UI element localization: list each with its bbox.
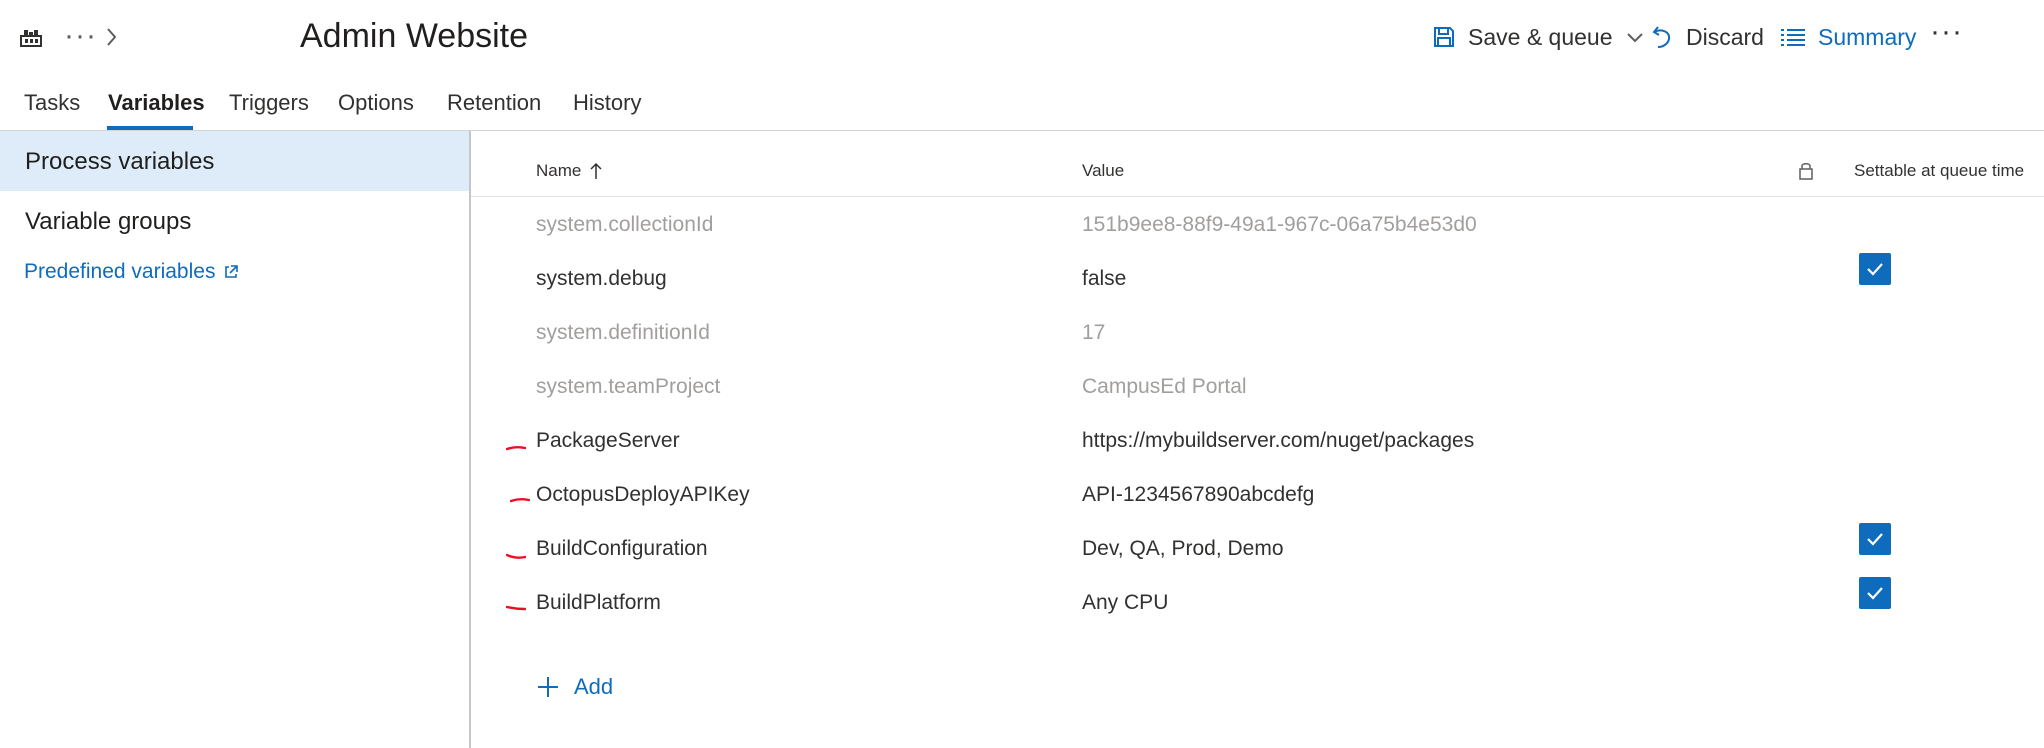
checkmark-icon: [1867, 587, 1883, 600]
nav-item-variable-groups[interactable]: Variable groups: [25, 207, 191, 237]
sort-ascending-icon: [590, 162, 602, 179]
tab-options[interactable]: Options: [338, 86, 414, 122]
discard-label: Discard: [1686, 23, 1764, 50]
tab-history[interactable]: History: [573, 86, 641, 122]
chevron-down-icon[interactable]: [1625, 27, 1645, 47]
lock-icon: [1797, 160, 1815, 187]
variable-name[interactable]: BuildPlatform: [536, 589, 661, 617]
add-variable-button[interactable]: Add: [536, 674, 613, 700]
column-header-settable[interactable]: Settable at queue time: [1854, 158, 2024, 184]
summary-label: Summary: [1818, 23, 1917, 50]
column-header-name-label: Name: [536, 161, 582, 180]
breadcrumb-more-icon[interactable]: ···: [64, 18, 97, 54]
variable-value: 17: [1082, 321, 1106, 344]
page-title: Admin Website: [300, 17, 529, 55]
checkmark-icon: [1867, 533, 1883, 546]
red-annotation-mark: [509, 491, 531, 503]
predefined-variables-label: Predefined variables: [24, 260, 216, 283]
settable-checkbox[interactable]: [1859, 577, 1891, 609]
checkmark-icon: [1867, 263, 1883, 276]
red-annotation-mark: [505, 439, 527, 451]
variable-name[interactable]: system.debug: [536, 265, 667, 293]
discard-button[interactable]: Discard: [1650, 20, 1764, 54]
column-header-name[interactable]: Name: [536, 158, 603, 184]
variable-value[interactable]: Any CPU: [1082, 589, 1168, 617]
nav-item-process-variables-label[interactable]: Process variables: [25, 147, 214, 177]
variable-name: system.teamProject: [536, 375, 721, 398]
external-link-icon: [225, 265, 239, 278]
tab-variables[interactable]: Variables: [108, 86, 205, 122]
save-and-queue-button[interactable]: Save & queue: [1432, 20, 1645, 54]
variable-name[interactable]: OctopusDeployAPIKey: [536, 481, 750, 509]
tab-tasks[interactable]: Tasks: [24, 86, 80, 122]
save-and-queue-label: Save & queue: [1468, 23, 1613, 50]
add-variable-label: Add: [574, 674, 614, 699]
variable-value: 151b9ee8-88f9-49a1-967c-06a75b4e53d0: [1082, 213, 1477, 236]
variable-name[interactable]: PackageServer: [536, 427, 680, 455]
grid-header-divider: [471, 196, 2044, 197]
build-pipeline-icon[interactable]: [18, 24, 44, 50]
undo-icon: [1652, 26, 1671, 48]
variable-value[interactable]: Dev, QA, Prod, Demo: [1082, 535, 1284, 563]
variable-value[interactable]: false: [1082, 265, 1126, 293]
variable-value: CampusEd Portal: [1082, 375, 1247, 398]
settable-checkbox[interactable]: [1859, 523, 1891, 555]
summary-button[interactable]: Summary: [1780, 20, 1916, 54]
settable-checkbox[interactable]: [1859, 253, 1891, 285]
add-icon: [538, 677, 558, 697]
column-header-value[interactable]: Value: [1082, 158, 1124, 184]
more-actions-icon[interactable]: ···: [1930, 14, 1963, 50]
red-annotation-mark: [505, 599, 527, 611]
variable-name: system.collectionId: [536, 213, 714, 236]
tab-triggers[interactable]: Triggers: [229, 86, 309, 122]
list-icon: [1781, 29, 1805, 46]
predefined-variables-link[interactable]: Predefined variables: [24, 258, 239, 286]
variable-name[interactable]: BuildConfiguration: [536, 535, 708, 563]
red-annotation-mark: [505, 547, 527, 559]
pane-splitter[interactable]: [469, 131, 471, 748]
variable-value[interactable]: API-1234567890abcdefg: [1082, 481, 1314, 509]
variable-name: system.definitionId: [536, 321, 710, 344]
variable-value[interactable]: https://mybuildserver.com/nuget/packages: [1082, 427, 1474, 455]
tab-retention[interactable]: Retention: [447, 86, 541, 122]
save-icon: [1434, 27, 1454, 47]
chevron-right-icon: [104, 24, 120, 50]
